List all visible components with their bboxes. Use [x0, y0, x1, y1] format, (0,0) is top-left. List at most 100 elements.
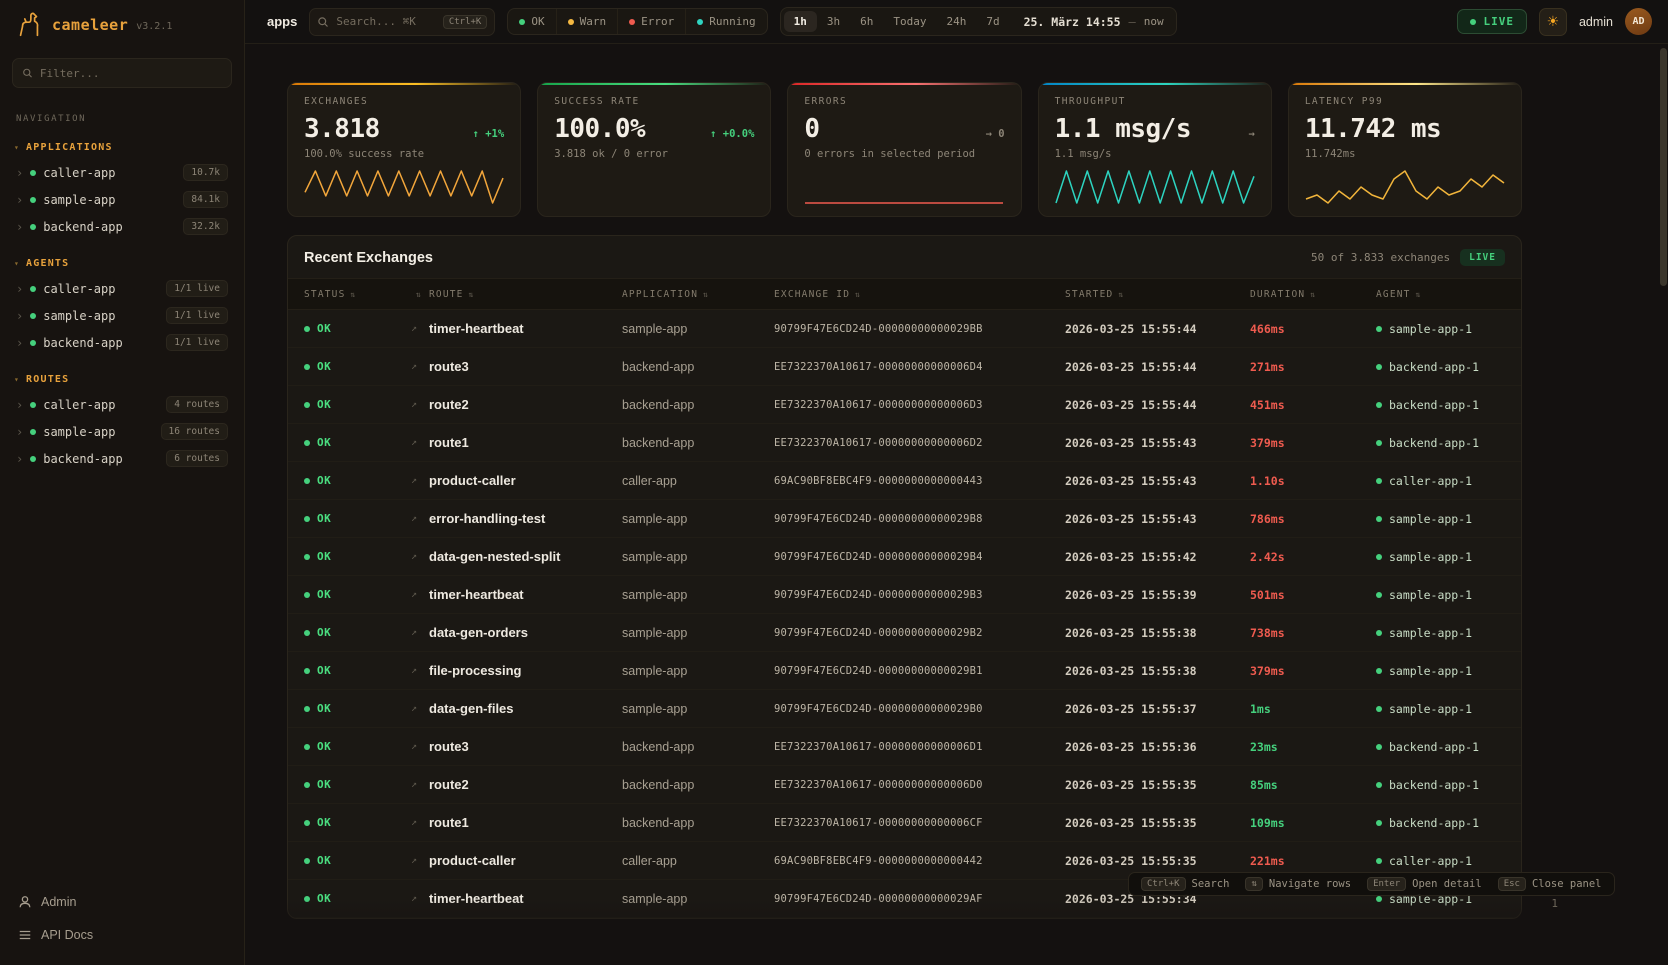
stat-card[interactable]: THROUGHPUT 1.1 msg/s → 1.1 msg/s [1038, 82, 1272, 217]
agent-status-dot [1376, 896, 1382, 902]
table-row[interactable]: OK ↗ data-gen-nested-split sample-app 90… [288, 538, 1521, 576]
sidebar-item[interactable]: › caller-app 4 routes [12, 391, 232, 418]
table-row[interactable]: OK ↗ route2 backend-app EE7322370A10617-… [288, 386, 1521, 424]
expand-icon[interactable]: ↗ [411, 703, 429, 714]
status-dot [30, 429, 36, 435]
status-dot [304, 516, 310, 522]
scrollbar-thumb[interactable] [1660, 48, 1667, 286]
theme-toggle-button[interactable]: ☀ [1539, 8, 1567, 36]
sidebar-item[interactable]: › backend-app 1/1 live [12, 329, 232, 356]
expand-icon[interactable]: ↗ [411, 475, 429, 486]
time-range-button[interactable]: 7d [976, 11, 1009, 32]
table-row[interactable]: OK ↗ data-gen-orders sample-app 90799F47… [288, 614, 1521, 652]
table-row[interactable]: OK ↗ timer-heartbeat sample-app 90799F47… [288, 576, 1521, 614]
search-icon [22, 67, 33, 79]
column-header[interactable]: APPLICATION ⇅ [622, 289, 774, 300]
table-row[interactable]: OK ↗ file-processing sample-app 90799F47… [288, 652, 1521, 690]
status-dot [30, 286, 36, 292]
time-range-button[interactable]: 1h [784, 11, 817, 32]
time-range-button[interactable]: Today [883, 11, 936, 32]
expand-icon[interactable]: ↗ [411, 589, 429, 600]
main-column: apps Search... ⌘K Ctrl+K OK Warn Error R… [245, 0, 1668, 965]
time-range-button[interactable]: 6h [850, 11, 883, 32]
column-header[interactable]: EXCHANGE ID ⇅ [774, 289, 1065, 300]
sidebar-item[interactable]: › backend-app 6 routes [12, 445, 232, 472]
table-row[interactable]: OK ↗ route1 backend-app EE7322370A10617-… [288, 804, 1521, 842]
route-name: error-handling-test [429, 511, 622, 526]
time-range-button[interactable]: 3h [817, 11, 850, 32]
agent-cell: caller-app-1 [1376, 474, 1505, 488]
exchange-id: 90799F47E6CD24D-00000000000029AF [774, 893, 1065, 905]
top-bar-right: LIVE ☀ admin AD [1457, 8, 1652, 36]
expand-icon[interactable]: ↗ [411, 399, 429, 410]
section-header-applications[interactable]: ▾ APPLICATIONS [14, 142, 230, 153]
avatar[interactable]: AD [1625, 8, 1652, 35]
section-applications: ▾ APPLICATIONS › caller-app 10.7k › samp… [12, 142, 232, 240]
column-header[interactable]: STARTED ⇅ [1065, 289, 1250, 300]
started-timestamp: 2026-03-25 15:55:44 [1065, 398, 1250, 412]
search-input[interactable]: Search... ⌘K Ctrl+K [309, 8, 495, 36]
column-header[interactable]: ROUTE ⇅ [429, 289, 622, 300]
agent-name: caller-app-1 [1389, 474, 1472, 488]
search-placeholder: Search... ⌘K [336, 15, 435, 28]
stat-card[interactable]: EXCHANGES 3.818 ↑ +1% 100.0% success rat… [287, 82, 521, 217]
expand-icon[interactable]: ↗ [411, 627, 429, 638]
chevron-right-icon: › [16, 398, 23, 412]
status-cell: OK [304, 550, 411, 563]
expand-icon[interactable]: ↗ [411, 665, 429, 676]
stat-card[interactable]: ERRORS 0 → 0 0 errors in selected period [787, 82, 1021, 217]
sidebar-item[interactable]: › caller-app 10.7k [12, 159, 232, 186]
status-filter-chip[interactable]: OK [508, 9, 555, 34]
agent-name: backend-app-1 [1389, 778, 1479, 792]
status-label: OK [317, 816, 331, 829]
api-docs-link[interactable]: API Docs [12, 918, 232, 951]
table-row[interactable]: OK ↗ route1 backend-app EE7322370A10617-… [288, 424, 1521, 462]
sort-icon: ⇅ [1416, 290, 1422, 299]
expand-icon[interactable]: ↗ [411, 893, 429, 904]
logo[interactable]: cameleer v3.2.1 [12, 0, 232, 50]
status-dot [519, 19, 525, 25]
live-dot [1470, 19, 1476, 25]
column-header[interactable]: DURATION ⇅ [1250, 289, 1376, 300]
table-row[interactable]: OK ↗ route2 backend-app EE7322370A10617-… [288, 766, 1521, 804]
table-row[interactable]: OK ↗ timer-heartbeat sample-app 90799F47… [288, 310, 1521, 348]
stat-card[interactable]: SUCCESS RATE 100.0% ↑ +0.0% 3.818 ok / 0… [537, 82, 771, 217]
status-filter-chip[interactable]: Warn [556, 9, 618, 34]
table-row[interactable]: OK ↗ error-handling-test sample-app 9079… [288, 500, 1521, 538]
time-range-button[interactable]: 24h [936, 11, 976, 32]
expand-icon[interactable]: ↗ [411, 779, 429, 790]
expand-icon[interactable]: ↗ [411, 361, 429, 372]
expand-icon[interactable]: ↗ [411, 513, 429, 524]
filter-input[interactable] [40, 67, 222, 80]
table-row[interactable]: OK ↗ route3 backend-app EE7322370A10617-… [288, 348, 1521, 386]
expand-icon[interactable]: ↗ [411, 437, 429, 448]
expand-icon[interactable]: ↗ [411, 741, 429, 752]
sparkline-chart [804, 166, 1004, 206]
camel-logo-icon [14, 10, 44, 40]
expand-icon[interactable]: ↗ [411, 323, 429, 334]
sidebar-item[interactable]: › sample-app 1/1 live [12, 302, 232, 329]
table-row[interactable]: OK ↗ data-gen-files sample-app 90799F47E… [288, 690, 1521, 728]
exchange-id: 69AC90BF8EBC4F9-0000000000000443 [774, 475, 1065, 487]
expand-icon[interactable]: ↗ [411, 551, 429, 562]
sidebar-item[interactable]: › sample-app 16 routes [12, 418, 232, 445]
section-header-routes[interactable]: ▾ ROUTES [14, 374, 230, 385]
expand-icon[interactable]: ↗ [411, 817, 429, 828]
column-header[interactable]: AGENT ⇅ [1376, 289, 1505, 300]
table-row[interactable]: OK ↗ product-caller caller-app 69AC90BF8… [288, 462, 1521, 500]
section-header-agents[interactable]: ▾ AGENTS [14, 258, 230, 269]
live-toggle-button[interactable]: LIVE [1457, 9, 1527, 34]
scrollbar[interactable] [1660, 0, 1667, 965]
expand-icon[interactable]: ↗ [411, 855, 429, 866]
status-filter-chip[interactable]: Error [617, 9, 685, 34]
sidebar-item[interactable]: › caller-app 1/1 live [12, 275, 232, 302]
column-header[interactable]: ⇅ [411, 290, 429, 299]
sidebar-item[interactable]: › sample-app 84.1k [12, 186, 232, 213]
stat-card[interactable]: LATENCY P99 11.742 ms 11.742ms [1288, 82, 1522, 217]
table-row[interactable]: OK ↗ route3 backend-app EE7322370A10617-… [288, 728, 1521, 766]
column-header[interactable]: STATUS ⇅ [304, 289, 411, 300]
sidebar-filter[interactable] [12, 58, 232, 88]
sidebar-item[interactable]: › backend-app 32.2k [12, 213, 232, 240]
status-filter-chip[interactable]: Running [685, 9, 766, 34]
admin-link[interactable]: Admin [12, 885, 232, 918]
